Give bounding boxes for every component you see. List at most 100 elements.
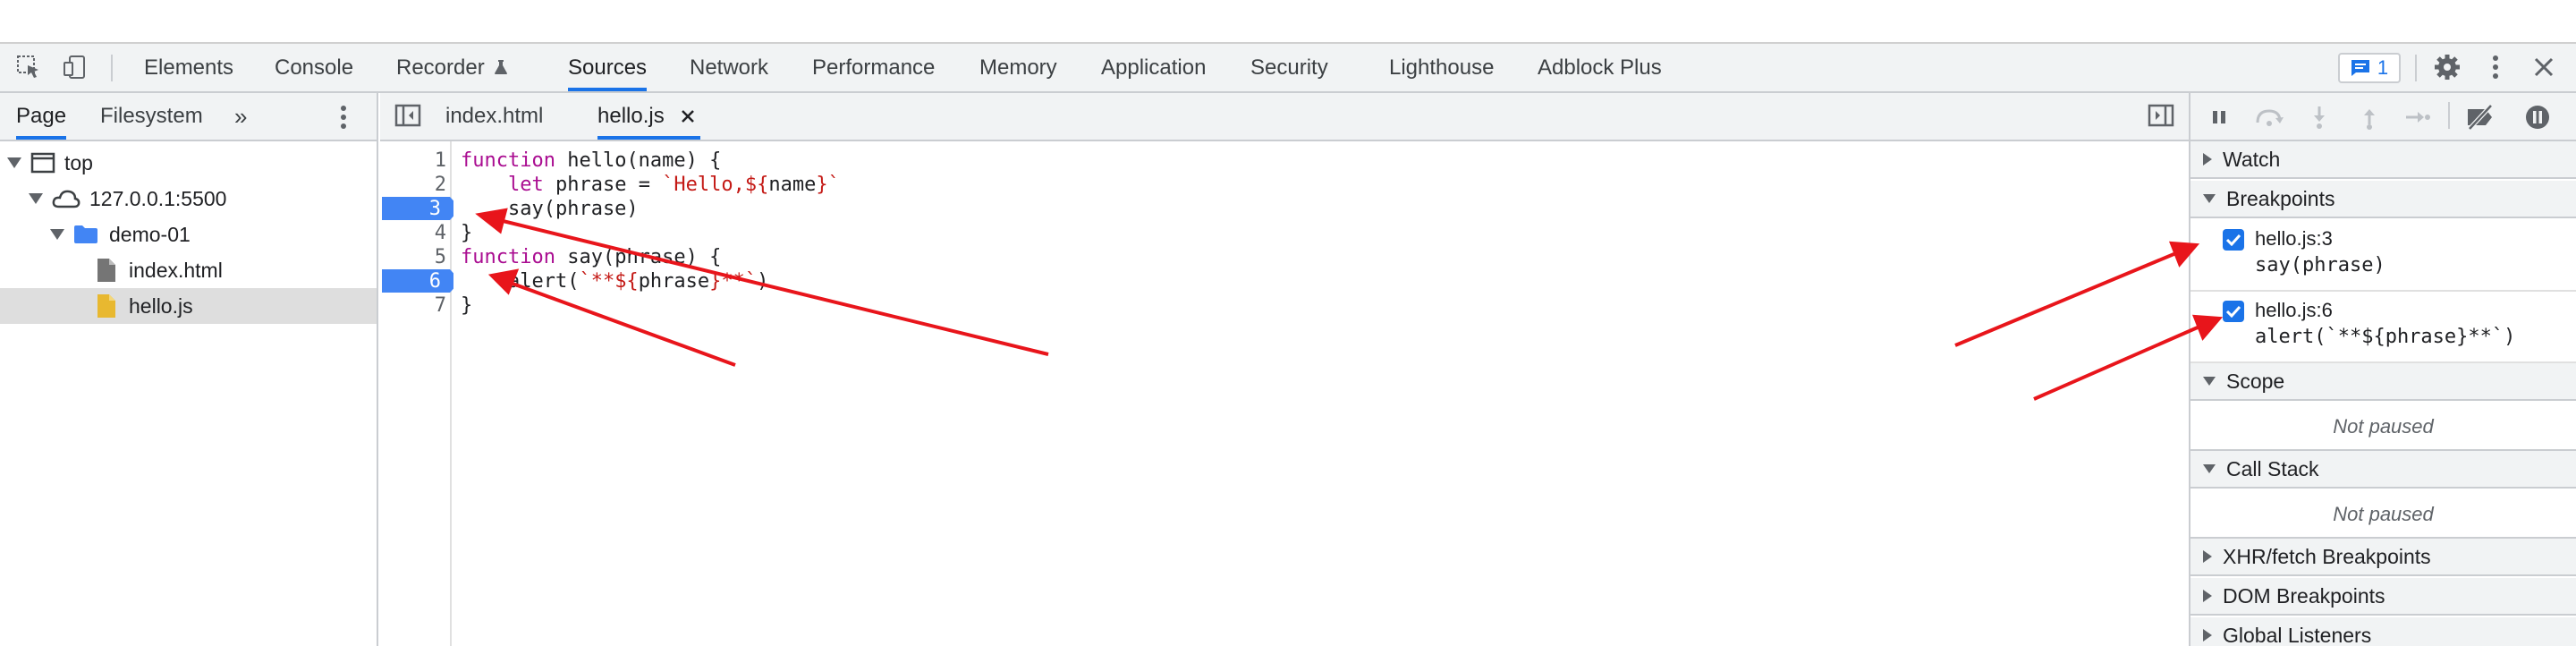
breakpoint-item[interactable]: hello.js:6 alert(`**${phrase}**`) [2190, 292, 2576, 363]
devtools-main-toolbar: Elements Console Recorder Sources Networ… [0, 44, 2576, 93]
tab-elements[interactable]: Elements [144, 44, 233, 91]
code-text: alert( [461, 270, 580, 293]
collapsed-arrow-icon [2203, 550, 2212, 563]
line-number[interactable]: 7 [380, 293, 446, 318]
toolbar-divider [2448, 102, 2450, 129]
collapsed-arrow-icon [2203, 153, 2212, 166]
expanded-arrow-icon [2203, 377, 2216, 386]
more-tabs-chevron-icon[interactable]: » [234, 93, 247, 140]
call-stack-section-header[interactable]: Call Stack [2190, 451, 2576, 489]
message-icon [2351, 60, 2369, 76]
inspect-element-icon[interactable] [13, 51, 45, 83]
tab-security[interactable]: Security [1250, 44, 1328, 91]
issues-badge[interactable]: 1 [2338, 53, 2401, 83]
tree-label-origin: 127.0.0.1:5500 [89, 186, 227, 210]
toggle-navigator-icon[interactable] [394, 104, 421, 131]
tab-performance[interactable]: Performance [812, 44, 935, 91]
toolbar-divider [111, 55, 113, 81]
line-number[interactable]: 5 [380, 245, 446, 269]
string-literal: }**` [709, 270, 758, 293]
breakpoint-line-number: 6 [428, 270, 441, 293]
tab-sources[interactable]: Sources [568, 44, 648, 91]
editor-tab-hello-js[interactable]: hello.js [597, 93, 700, 140]
tab-page[interactable]: Page [16, 93, 67, 140]
editor-tab-bar: index.html hello.js [380, 93, 2189, 141]
dom-breakpoints-section-header[interactable]: DOM Breakpoints [2190, 578, 2576, 616]
expanded-arrow-icon [2203, 194, 2216, 203]
debugger-sidebar: Watch Breakpoints hello.js:3 say(phrase)… [2189, 93, 2576, 646]
tab-application[interactable]: Application [1101, 44, 1206, 91]
breakpoint-checkbox[interactable] [2223, 301, 2244, 322]
tree-label-top: top [64, 150, 93, 174]
navigator-panel: Page Filesystem » top 127.0.0.1:5500 dem… [0, 93, 378, 646]
device-toolbar-icon[interactable] [59, 51, 91, 83]
breakpoint-location: hello.js:6 [2255, 299, 2333, 321]
tab-lighthouse[interactable]: Lighthouse [1389, 44, 1494, 91]
pause-icon[interactable] [2203, 102, 2235, 132]
keyword: function [461, 246, 555, 268]
tab-network[interactable]: Network [690, 44, 768, 91]
tab-filesystem[interactable]: Filesystem [100, 93, 203, 140]
code-editor[interactable]: function hello(name) { let phrase = `Hel… [453, 141, 2189, 646]
expand-arrow-icon [7, 157, 21, 168]
section-title: Scope [2226, 369, 2285, 393]
editor-tab-index-html[interactable]: index.html [445, 93, 543, 140]
tree-item-index-html[interactable]: index.html [0, 252, 377, 288]
tree-item-origin[interactable]: 127.0.0.1:5500 [0, 181, 377, 217]
code-line-4: } [461, 222, 473, 244]
tab-recorder[interactable]: Recorder [396, 44, 508, 91]
pause-on-exceptions-icon[interactable] [2521, 102, 2554, 132]
keyword: let [507, 174, 544, 196]
more-options-icon[interactable] [2479, 51, 2512, 83]
breakpoint-marker-line-3[interactable]: 3 [382, 197, 461, 220]
deactivate-breakpoints-icon[interactable] [2464, 102, 2496, 132]
breakpoint-item[interactable]: hello.js:3 say(phrase) [2190, 220, 2576, 292]
close-icon[interactable] [2528, 51, 2560, 83]
toggle-debugger-icon[interactable] [2148, 104, 2174, 131]
tree-item-folder[interactable]: demo-01 [0, 217, 377, 252]
collapsed-arrow-icon [2203, 590, 2212, 602]
global-listeners-section-header[interactable]: Global Listeners [2190, 617, 2576, 646]
tab-memory[interactable]: Memory [979, 44, 1057, 91]
tab-adblock-plus[interactable]: Adblock Plus [1538, 44, 1662, 91]
code-line-6: alert(`**${phrase}**`) [461, 269, 768, 293]
line-number[interactable]: 2 [380, 173, 446, 197]
tree-item-top[interactable]: top [0, 145, 377, 181]
code-line-2: let phrase = `Hello,${name}` [461, 173, 840, 197]
folder-icon [74, 225, 97, 243]
line-number[interactable]: 4 [380, 221, 446, 245]
line-number[interactable]: 1 [380, 149, 446, 173]
breakpoint-marker-line-6[interactable]: 6 [382, 269, 461, 293]
step-out-icon[interactable] [2353, 102, 2385, 132]
editor-tab-hello-js-label: hello.js [597, 104, 665, 128]
section-title: XHR/fetch Breakpoints [2223, 544, 2431, 568]
expanded-arrow-icon [2203, 464, 2216, 473]
step-over-icon[interactable] [2253, 102, 2285, 132]
step-icon[interactable] [2402, 102, 2434, 132]
section-title: Watch [2223, 147, 2281, 171]
scope-status: Not paused [2190, 403, 2576, 451]
navigator-menu-icon[interactable] [340, 105, 347, 130]
keyword: function [461, 149, 555, 172]
code-text: phrase = [543, 174, 663, 196]
tab-console[interactable]: Console [275, 44, 353, 91]
frame-icon [30, 152, 55, 174]
collapsed-arrow-icon [2203, 629, 2212, 642]
code-text: ) [757, 270, 769, 293]
navigator-tabs: Page Filesystem » [0, 93, 377, 141]
breakpoint-line-number: 3 [428, 198, 441, 220]
tree-item-hello-js[interactable]: hello.js [0, 288, 377, 324]
scope-section-header[interactable]: Scope [2190, 363, 2576, 401]
close-tab-icon[interactable] [681, 109, 695, 123]
settings-gear-icon[interactable] [2431, 51, 2463, 83]
section-title: DOM Breakpoints [2223, 583, 2385, 608]
watch-section-header[interactable]: Watch [2190, 141, 2576, 179]
toolbar-divider [2415, 55, 2417, 81]
breakpoint-checkbox[interactable] [2223, 229, 2244, 251]
step-into-icon[interactable] [2303, 102, 2335, 132]
xhr-breakpoints-section-header[interactable]: XHR/fetch Breakpoints [2190, 539, 2576, 576]
breakpoint-code: say(phrase) [2255, 254, 2385, 276]
breakpoints-section-header[interactable]: Breakpoints [2190, 181, 2576, 218]
cloud-icon [52, 190, 80, 208]
section-title: Breakpoints [2226, 186, 2335, 210]
